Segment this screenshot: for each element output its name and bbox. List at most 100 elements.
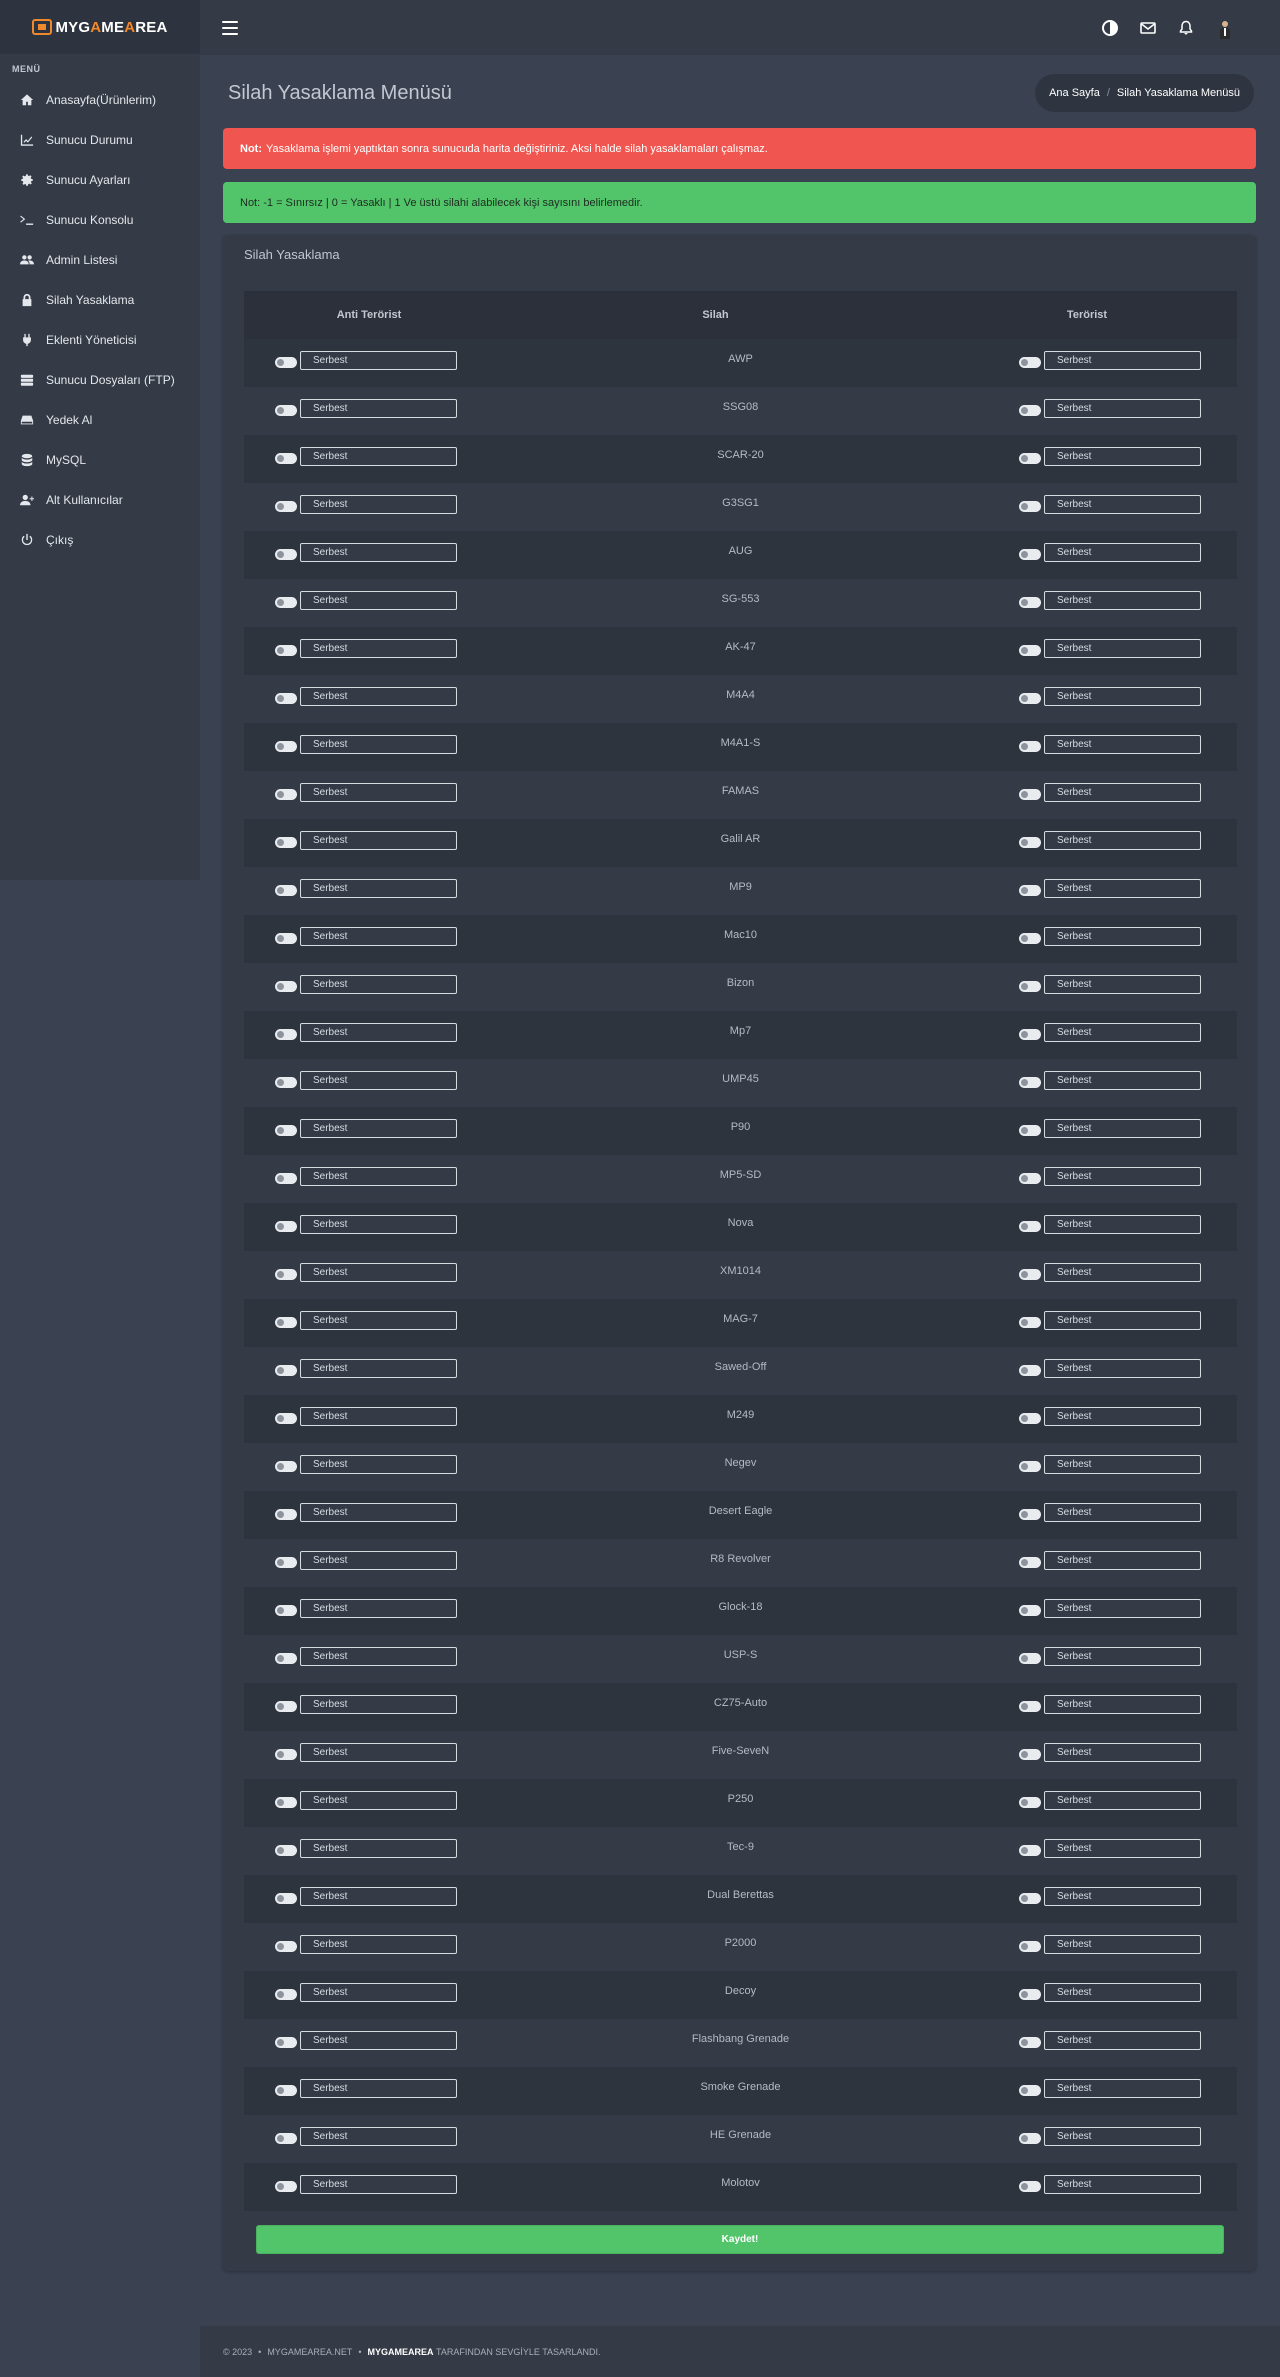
t-toggle-switch[interactable] bbox=[1019, 1749, 1041, 1760]
t-toggle-switch[interactable] bbox=[1019, 549, 1041, 560]
t-toggle-switch[interactable] bbox=[1019, 1365, 1041, 1376]
t-limit-input[interactable] bbox=[1044, 1407, 1201, 1426]
ct-toggle-switch[interactable] bbox=[275, 2181, 297, 2192]
ct-limit-input[interactable] bbox=[300, 1743, 457, 1762]
t-toggle-switch[interactable] bbox=[1019, 837, 1041, 848]
ct-limit-input[interactable] bbox=[300, 1023, 457, 1042]
ct-toggle-switch[interactable] bbox=[275, 1605, 297, 1616]
t-limit-input[interactable] bbox=[1044, 351, 1201, 370]
ct-toggle-switch[interactable] bbox=[275, 2133, 297, 2144]
sidebar-item-5[interactable]: Silah Yasaklama bbox=[0, 280, 200, 320]
ct-toggle-switch[interactable] bbox=[275, 1461, 297, 1472]
ct-toggle-switch[interactable] bbox=[275, 741, 297, 752]
sidebar-item-0[interactable]: Anasayfa(Ürünlerim) bbox=[0, 80, 200, 120]
t-toggle-switch[interactable] bbox=[1019, 501, 1041, 512]
t-toggle-switch[interactable] bbox=[1019, 2037, 1041, 2048]
t-toggle-switch[interactable] bbox=[1019, 1557, 1041, 1568]
t-toggle-switch[interactable] bbox=[1019, 1461, 1041, 1472]
t-limit-input[interactable] bbox=[1044, 1359, 1201, 1378]
t-limit-input[interactable] bbox=[1044, 2175, 1201, 2194]
sidebar-item-10[interactable]: Alt Kullanıcılar bbox=[0, 480, 200, 520]
sidebar-item-1[interactable]: Sunucu Durumu bbox=[0, 120, 200, 160]
ct-toggle-switch[interactable] bbox=[275, 357, 297, 368]
t-toggle-switch[interactable] bbox=[1019, 885, 1041, 896]
t-limit-input[interactable] bbox=[1044, 591, 1201, 610]
t-limit-input[interactable] bbox=[1044, 783, 1201, 802]
ct-toggle-switch[interactable] bbox=[275, 453, 297, 464]
t-limit-input[interactable] bbox=[1044, 1311, 1201, 1330]
bell-icon[interactable] bbox=[1178, 20, 1194, 36]
t-limit-input[interactable] bbox=[1044, 1695, 1201, 1714]
ct-toggle-switch[interactable] bbox=[275, 1989, 297, 2000]
ct-limit-input[interactable] bbox=[300, 1647, 457, 1666]
ct-limit-input[interactable] bbox=[300, 1359, 457, 1378]
t-toggle-switch[interactable] bbox=[1019, 1941, 1041, 1952]
ct-toggle-switch[interactable] bbox=[275, 1221, 297, 1232]
ct-limit-input[interactable] bbox=[300, 1695, 457, 1714]
t-limit-input[interactable] bbox=[1044, 735, 1201, 754]
ct-toggle-switch[interactable] bbox=[275, 501, 297, 512]
t-limit-input[interactable] bbox=[1044, 975, 1201, 994]
sidebar-item-7[interactable]: Sunucu Dosyaları (FTP) bbox=[0, 360, 200, 400]
t-toggle-switch[interactable] bbox=[1019, 1221, 1041, 1232]
sidebar-item-11[interactable]: Çıkış bbox=[0, 520, 200, 560]
ct-limit-input[interactable] bbox=[300, 1503, 457, 1522]
ct-limit-input[interactable] bbox=[300, 399, 457, 418]
ct-limit-input[interactable] bbox=[300, 1551, 457, 1570]
footer-site-link[interactable]: MYGAMEAREA.NET bbox=[267, 2347, 352, 2357]
t-toggle-switch[interactable] bbox=[1019, 1845, 1041, 1856]
t-toggle-switch[interactable] bbox=[1019, 1317, 1041, 1328]
ct-toggle-switch[interactable] bbox=[275, 1173, 297, 1184]
ct-toggle-switch[interactable] bbox=[275, 981, 297, 992]
t-toggle-switch[interactable] bbox=[1019, 1029, 1041, 1040]
t-limit-input[interactable] bbox=[1044, 1599, 1201, 1618]
ct-limit-input[interactable] bbox=[300, 735, 457, 754]
ct-limit-input[interactable] bbox=[300, 591, 457, 610]
ct-toggle-switch[interactable] bbox=[275, 1941, 297, 1952]
t-toggle-switch[interactable] bbox=[1019, 597, 1041, 608]
ct-toggle-switch[interactable] bbox=[275, 933, 297, 944]
t-toggle-switch[interactable] bbox=[1019, 1797, 1041, 1808]
t-toggle-switch[interactable] bbox=[1019, 2133, 1041, 2144]
ct-toggle-switch[interactable] bbox=[275, 1317, 297, 1328]
t-limit-input[interactable] bbox=[1044, 1647, 1201, 1666]
t-toggle-switch[interactable] bbox=[1019, 1173, 1041, 1184]
t-toggle-switch[interactable] bbox=[1019, 453, 1041, 464]
ct-limit-input[interactable] bbox=[300, 1119, 457, 1138]
t-limit-input[interactable] bbox=[1044, 831, 1201, 850]
ct-limit-input[interactable] bbox=[300, 1983, 457, 2002]
t-limit-input[interactable] bbox=[1044, 2079, 1201, 2098]
ct-limit-input[interactable] bbox=[300, 1935, 457, 1954]
ct-limit-input[interactable] bbox=[300, 2079, 457, 2098]
ct-limit-input[interactable] bbox=[300, 1599, 457, 1618]
ct-limit-input[interactable] bbox=[300, 1791, 457, 1810]
save-button[interactable]: Kaydet! bbox=[256, 2225, 1224, 2254]
ct-limit-input[interactable] bbox=[300, 1167, 457, 1186]
sidebar-item-2[interactable]: Sunucu Ayarları bbox=[0, 160, 200, 200]
ct-limit-input[interactable] bbox=[300, 1215, 457, 1234]
ct-limit-input[interactable] bbox=[300, 495, 457, 514]
ct-toggle-switch[interactable] bbox=[275, 1557, 297, 1568]
ct-toggle-switch[interactable] bbox=[275, 645, 297, 656]
breadcrumb-home[interactable]: Ana Sayfa bbox=[1049, 87, 1100, 99]
ct-toggle-switch[interactable] bbox=[275, 2037, 297, 2048]
brand-logo[interactable]: MYGAMEAREA bbox=[0, 0, 200, 54]
sidebar-item-4[interactable]: Admin Listesi bbox=[0, 240, 200, 280]
t-limit-input[interactable] bbox=[1044, 1455, 1201, 1474]
t-toggle-switch[interactable] bbox=[1019, 357, 1041, 368]
ct-limit-input[interactable] bbox=[300, 831, 457, 850]
ct-limit-input[interactable] bbox=[300, 879, 457, 898]
ct-toggle-switch[interactable] bbox=[275, 1365, 297, 1376]
ct-toggle-switch[interactable] bbox=[275, 1269, 297, 1280]
ct-limit-input[interactable] bbox=[300, 1887, 457, 1906]
t-toggle-switch[interactable] bbox=[1019, 981, 1041, 992]
t-limit-input[interactable] bbox=[1044, 1887, 1201, 1906]
theme-toggle-icon[interactable] bbox=[1102, 19, 1118, 36]
ct-limit-input[interactable] bbox=[300, 351, 457, 370]
ct-toggle-switch[interactable] bbox=[275, 1509, 297, 1520]
avatar[interactable] bbox=[1216, 20, 1232, 39]
t-limit-input[interactable] bbox=[1044, 927, 1201, 946]
t-limit-input[interactable] bbox=[1044, 1263, 1201, 1282]
ct-limit-input[interactable] bbox=[300, 1839, 457, 1858]
ct-toggle-switch[interactable] bbox=[275, 885, 297, 896]
